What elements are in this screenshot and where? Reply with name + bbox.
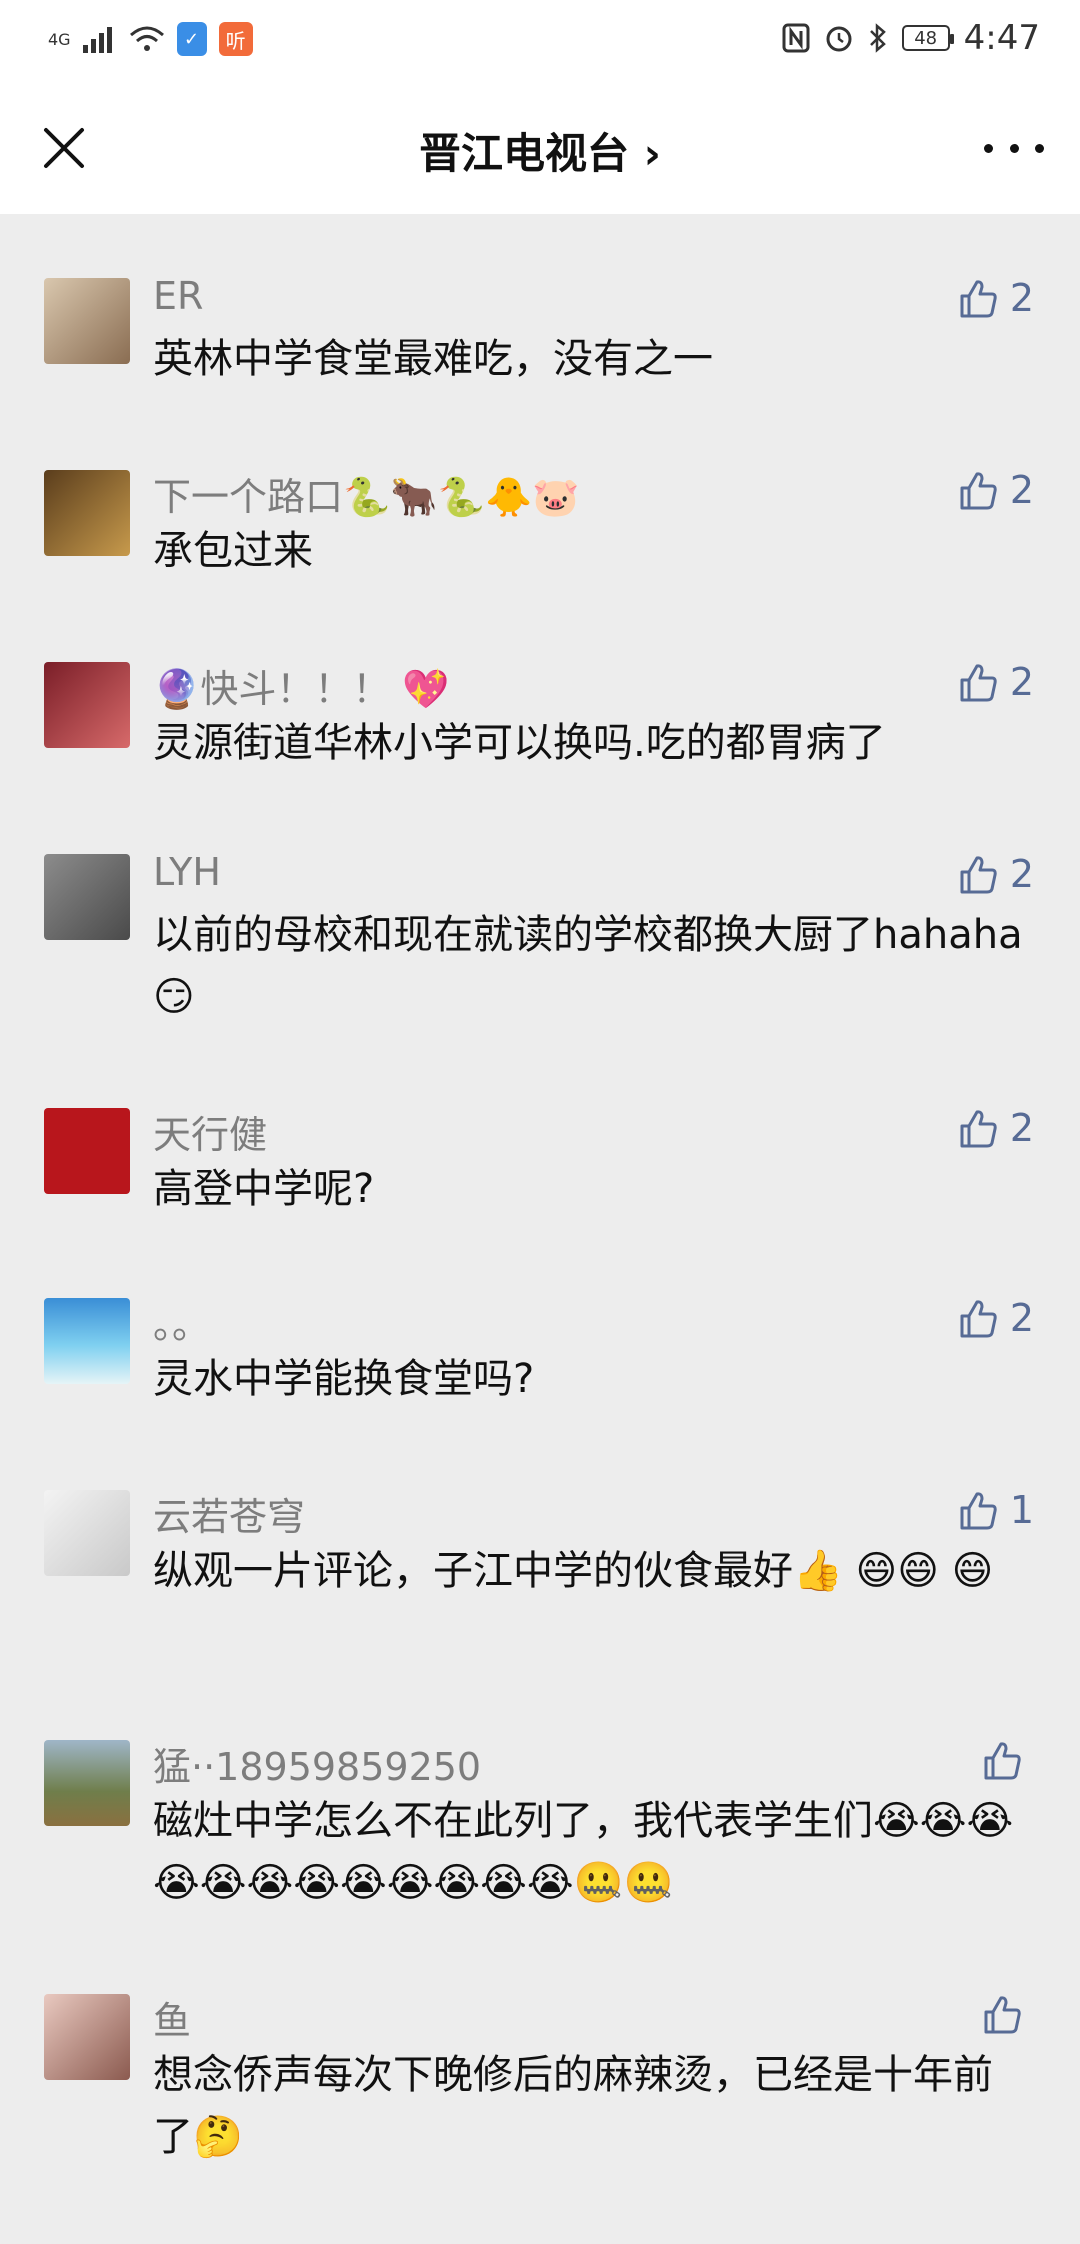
more-dot-icon [1009,143,1019,153]
comment-nickname[interactable]: 天行健 [153,1104,267,1159]
more-dot-icon [1035,143,1044,153]
battery-level: 48 [914,27,938,49]
avatar[interactable] [44,1298,130,1384]
comment-nickname[interactable]: 云若苍穹 [153,1486,305,1541]
like-button[interactable]: 2 [956,468,1034,512]
like-count: 1 [1009,1488,1034,1532]
thumbs-up-icon [960,1110,997,1148]
like-count: 2 [1009,852,1034,896]
nav-bar: 晋江电视台 › [0,84,1080,214]
like-count: 2 [1009,468,1034,512]
thumbs-up-icon [984,1742,1021,1780]
like-count: 2 [1009,1106,1034,1150]
like-count: 2 [1009,1296,1034,1340]
like-button[interactable]: 2 [956,1106,1034,1150]
avatar[interactable] [44,1490,130,1576]
clock: 4:47 [963,18,1040,58]
comment-nickname[interactable]: 🔮快斗！！！ 💖 [153,658,450,713]
comment-text: 纵观一片评论，子江中学的伙食最好👍 😄😄 😄 [153,1548,994,1594]
thumbs-up-icon [960,472,997,510]
like-count: 2 [1009,276,1034,320]
comment-text: 承包过来 [153,528,313,574]
comment-text: 高登中学呢? [153,1166,375,1212]
thumbs-up-icon [984,1996,1021,2034]
comment-text: 灵源街道华林小学可以换吗.吃的都胃病了 [153,720,886,766]
comment-nickname[interactable]: 猛··18959859250 [153,1736,481,1791]
like-button[interactable]: 1 [956,1488,1034,1532]
thumbs-up-icon [960,1300,997,1338]
thumbs-up-icon [960,664,997,702]
thumbs-up-icon [960,856,997,894]
avatar[interactable] [44,470,130,556]
comment-nickname[interactable]: 。。 [153,1294,210,1349]
comment-nickname[interactable]: LYH [153,850,221,894]
like-button[interactable] [980,1992,1034,2036]
comment-nickname[interactable]: ER [153,274,203,318]
like-count: 2 [1009,660,1034,704]
comment-nickname[interactable]: 下一个路口🐍🐂🐍🐥🐷 [153,466,580,521]
avatar[interactable] [44,1108,130,1194]
like-button[interactable]: 2 [956,276,1034,320]
comment-nickname[interactable]: 鱼 [153,1990,191,2045]
thumbs-up-icon [960,1492,997,1530]
battery-icon: 48 [901,25,954,51]
like-button[interactable]: 2 [956,660,1034,704]
more-dot-icon [984,143,993,153]
shield-icon: ✓ [176,22,207,56]
signal-icon [82,27,112,53]
avatar[interactable] [44,854,130,940]
avatar[interactable] [44,1994,130,2080]
network-type: 4G [48,29,71,49]
avatar[interactable] [44,1740,130,1826]
nfc-icon [782,23,810,53]
comment-text: 灵水中学能换食堂吗? [153,1356,535,1402]
bluetooth-icon [869,23,886,53]
like-button[interactable]: 2 [956,852,1034,896]
avatar[interactable] [44,662,130,748]
comment-text: 磁灶中学怎么不在此列了，我代表学生们😭😭😭😭😭😭😭😭😭😭😭😭🤐🤐 [153,1798,1014,1906]
wifi-icon [129,26,164,51]
more-button[interactable] [984,130,1044,166]
comment-text: 英林中学食堂最难吃，没有之一 [153,336,713,382]
comment-text: 以前的母校和现在就读的学校都换大厨了hahaha😏 [153,912,1023,1020]
status-bar: 4G ✓ 听 48 4:47 [0,0,1080,84]
comment-text: 想念侨声每次下晚修后的麻辣烫，已经是十年前了🤔 [153,2052,993,2160]
listen-app-icon: 听 [218,22,253,56]
avatar[interactable] [44,278,130,364]
page-title[interactable]: 晋江电视台 › [0,120,1080,181]
like-button[interactable]: 2 [956,1296,1034,1340]
alarm-icon [826,26,852,52]
like-button[interactable] [980,1738,1034,1782]
thumbs-up-icon [960,280,997,318]
